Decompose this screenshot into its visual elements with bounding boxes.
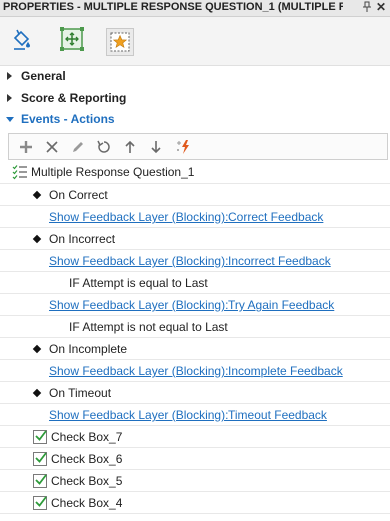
condition-row[interactable]: IF Attempt is not equal to Last: [0, 316, 390, 338]
diamond-icon: [32, 344, 42, 354]
size-position-icon[interactable]: [58, 25, 86, 53]
section-events-actions[interactable]: Events - Actions: [0, 109, 390, 131]
add-icon[interactable]: [17, 138, 35, 156]
event-on-correct[interactable]: On Correct: [0, 184, 390, 206]
section-score-reporting[interactable]: Score & Reporting: [0, 88, 390, 110]
close-icon[interactable]: ✕: [376, 0, 386, 14]
action-link[interactable]: Show Feedback Layer (Blocking):: [49, 408, 228, 422]
checkbox-row[interactable]: Check Box_4: [0, 492, 390, 514]
property-tabs: [0, 17, 390, 66]
fill-bucket-icon[interactable]: [8, 25, 36, 53]
panel-title: PROPERTIES - MULTIPLE RESPONSE QUESTION_…: [3, 1, 343, 13]
event-label: On Incorrect: [49, 232, 116, 246]
event-label: On Correct: [49, 188, 108, 202]
section-general-label: General: [21, 69, 66, 83]
expand-arrow-icon: [7, 94, 12, 102]
action-row: Show Feedback Layer (Blocking): Correct …: [0, 206, 390, 228]
checkbox-label: Check Box_5: [51, 474, 123, 488]
move-down-icon[interactable]: [147, 138, 165, 156]
checkbox-icon[interactable]: [33, 474, 47, 488]
event-on-incomplete[interactable]: On Incomplete: [0, 338, 390, 360]
target-link[interactable]: Timeout Feedback: [228, 408, 327, 422]
condition-label: IF Attempt is equal to Last: [69, 276, 208, 290]
action-link[interactable]: Show Feedback Layer (Blocking):: [49, 364, 228, 378]
tree-root[interactable]: Multiple Response Question_1: [0, 161, 390, 183]
action-link[interactable]: Show Feedback Layer (Blocking):: [49, 210, 228, 224]
event-label: On Incomplete: [49, 342, 128, 356]
condition-row[interactable]: IF Attempt is equal to Last: [0, 272, 390, 294]
target-link[interactable]: Correct Feedback: [228, 210, 323, 224]
action-row: Show Feedback Layer (Blocking): Timeout …: [0, 404, 390, 426]
checkbox-label: Check Box_7: [51, 430, 123, 444]
expand-arrow-icon: [7, 72, 12, 80]
event-on-incorrect[interactable]: On Incorrect: [0, 228, 390, 250]
action-link[interactable]: Show Feedback Layer (Blocking):: [49, 298, 228, 312]
pin-icon[interactable]: [362, 1, 372, 16]
actions-toolbar: [8, 133, 388, 160]
event-label: On Timeout: [49, 386, 112, 400]
checkbox-label: Check Box_6: [51, 452, 123, 466]
checkbox-row[interactable]: Check Box_6: [0, 448, 390, 470]
diamond-icon: [32, 234, 42, 244]
target-link[interactable]: Incomplete Feedback: [228, 364, 343, 378]
collapse-arrow-icon: [6, 117, 14, 122]
event-on-timeout[interactable]: On Timeout: [0, 382, 390, 404]
tree-root-label: Multiple Response Question_1: [31, 165, 195, 179]
checkbox-row[interactable]: Check Box_5: [0, 470, 390, 492]
checkbox-icon[interactable]: [33, 496, 47, 510]
move-up-icon[interactable]: [121, 138, 139, 156]
action-row: Show Feedback Layer (Blocking): Incorrec…: [0, 250, 390, 272]
action-row: Show Feedback Layer (Blocking): Incomple…: [0, 360, 390, 382]
condition-label: IF Attempt is not equal to Last: [69, 320, 228, 334]
action-link[interactable]: Show Feedback Layer (Blocking):: [49, 254, 228, 268]
checkbox-row[interactable]: Check Box_7: [0, 426, 390, 448]
section-general[interactable]: General: [0, 66, 390, 88]
checkbox-icon[interactable]: [33, 430, 47, 444]
checkbox-icon[interactable]: [33, 452, 47, 466]
panel-titlebar: PROPERTIES - MULTIPLE RESPONSE QUESTION_…: [0, 0, 390, 17]
effect-icon[interactable]: [175, 138, 193, 156]
section-score-label: Score & Reporting: [21, 91, 127, 105]
delete-icon[interactable]: [43, 138, 61, 156]
diamond-icon: [32, 388, 42, 398]
star-frame-icon[interactable]: [106, 28, 134, 56]
list-check-icon: [12, 164, 28, 183]
target-link[interactable]: Incorrect Feedback: [228, 254, 331, 268]
action-row: Show Feedback Layer (Blocking): Try Agai…: [0, 294, 390, 316]
checkbox-label: Check Box_4: [51, 496, 123, 510]
divider: [0, 513, 390, 514]
diamond-icon: [32, 190, 42, 200]
edit-icon[interactable]: [69, 138, 87, 156]
section-events-label: Events - Actions: [21, 112, 115, 126]
undo-icon[interactable]: [95, 138, 113, 156]
target-link[interactable]: Try Again Feedback: [228, 298, 334, 312]
